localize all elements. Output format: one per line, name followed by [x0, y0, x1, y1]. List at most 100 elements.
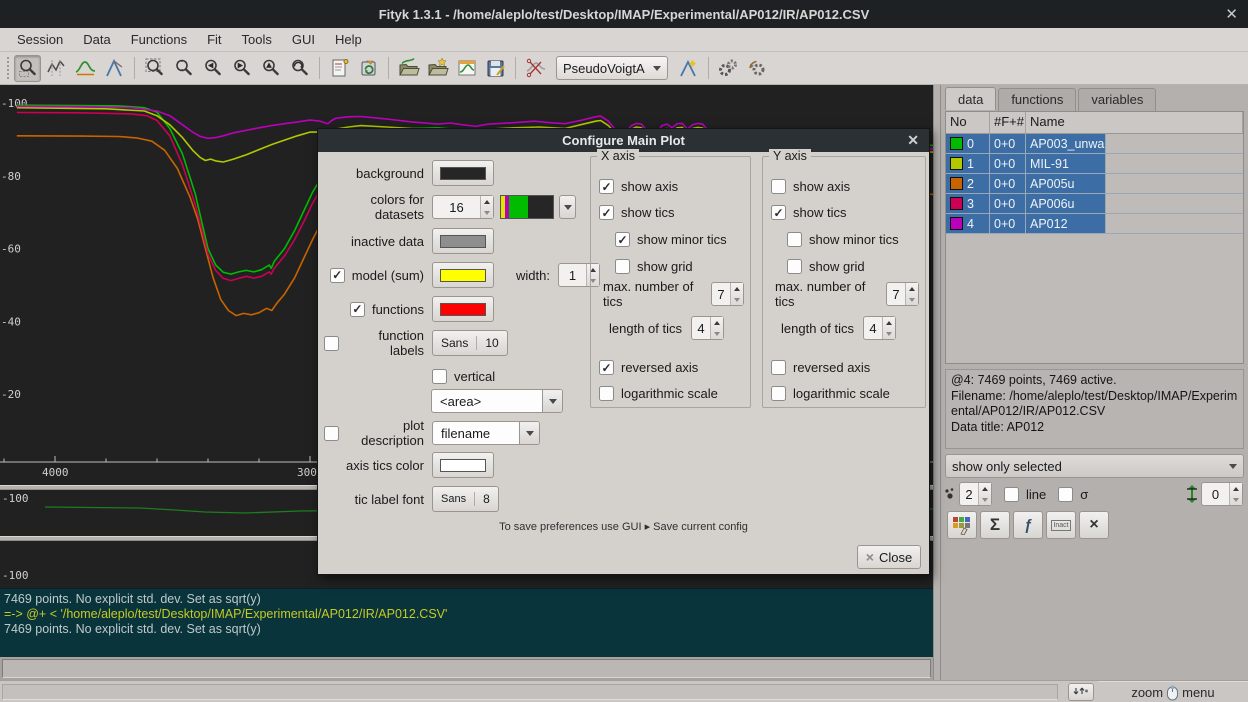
run-fit-button[interactable] [715, 55, 742, 82]
y-axis-tic-length-spinner[interactable]: 4 [863, 316, 896, 340]
dataset-color-swatch[interactable] [950, 217, 963, 230]
y-axis-log-scale-checkbox[interactable] [771, 386, 786, 401]
table-row[interactable]: 4 0+0 AP012 [946, 214, 1243, 234]
column-header-name[interactable]: Name [1026, 112, 1243, 133]
point-size-spinner[interactable]: 2 [959, 482, 992, 506]
vertical-checkbox[interactable] [432, 369, 447, 384]
data-range-mode-button[interactable] [43, 55, 70, 82]
zoom-mode-button[interactable] [14, 55, 41, 82]
tab-functions[interactable]: functions [998, 88, 1076, 111]
spin-up-icon[interactable] [1230, 483, 1242, 494]
dataset-count-spinner[interactable]: 16 [432, 195, 494, 219]
spin-up-icon[interactable] [906, 283, 918, 294]
line-checkbox[interactable] [1004, 487, 1019, 502]
x-axis-tic-length-spinner[interactable]: 4 [691, 316, 724, 340]
table-row[interactable]: 2 0+0 AP005u [946, 174, 1243, 194]
delete-button[interactable]: × [1079, 511, 1109, 539]
tab-data[interactable]: data [945, 87, 996, 110]
zoom-selected-button[interactable] [170, 55, 197, 82]
sum-button[interactable]: Σ [980, 511, 1010, 539]
zoom-left-button[interactable] [199, 55, 226, 82]
model-color-button[interactable] [432, 262, 494, 288]
column-header-functions[interactable]: #F+# [990, 112, 1026, 133]
menu-item-tools[interactable]: Tools [233, 29, 281, 50]
column-header-no[interactable]: No [946, 112, 990, 133]
spin-down-icon[interactable] [731, 294, 743, 305]
sigma-checkbox[interactable] [1058, 487, 1073, 502]
log-script-button[interactable] [326, 55, 353, 82]
table-row[interactable]: 3 0+0 AP006u [946, 194, 1243, 214]
dialog-close-button[interactable]: × Close [857, 545, 921, 569]
x-axis-reversed-checkbox[interactable] [599, 360, 614, 375]
background-color-button[interactable] [432, 160, 494, 186]
activate-peak-mode-button[interactable] [101, 55, 128, 82]
menu-item-gui[interactable]: GUI [283, 29, 324, 50]
inactive-data-button[interactable]: Inact [1046, 511, 1076, 539]
y-axis-show-grid-checkbox[interactable] [787, 259, 802, 274]
label-font-button[interactable]: Sans 10 [432, 330, 508, 356]
zoom-vertical-button[interactable] [257, 55, 284, 82]
dialog-close-icon[interactable]: ✕ [907, 132, 919, 149]
table-row[interactable]: 1 0+0 MIL-91 [946, 154, 1243, 174]
y-axis-reversed-checkbox[interactable] [771, 360, 786, 375]
menu-item-data[interactable]: Data [74, 29, 119, 50]
plot-description-checkbox[interactable] [324, 426, 339, 441]
y-axis-show-axis-checkbox[interactable] [771, 179, 786, 194]
spin-up-icon[interactable] [883, 317, 895, 328]
y-axis-show-tics-checkbox[interactable] [771, 205, 786, 220]
spin-up-icon[interactable] [979, 483, 991, 494]
open-session-button[interactable] [395, 55, 422, 82]
menu-item-session[interactable]: Session [8, 29, 72, 50]
label-text-select[interactable]: <area> [431, 389, 563, 413]
spin-up-icon[interactable] [711, 317, 723, 328]
y-axis-show-minor-tics-checkbox[interactable] [787, 232, 802, 247]
reload-session-button[interactable] [355, 55, 382, 82]
open-data-button[interactable] [424, 55, 451, 82]
tab-variables[interactable]: variables [1078, 88, 1156, 111]
dataset-colors-dropdown-button[interactable] [559, 195, 576, 219]
export-image-button[interactable] [453, 55, 480, 82]
description-select[interactable]: filename [432, 421, 540, 445]
inactive-color-button[interactable] [432, 228, 494, 254]
data-editor-button[interactable] [947, 511, 977, 539]
spin-down-icon[interactable] [1230, 494, 1242, 505]
x-axis-show-minor-tics-checkbox[interactable] [615, 232, 630, 247]
dataset-color-swatch[interactable] [950, 157, 963, 170]
strip-background-button[interactable] [522, 55, 549, 82]
spin-down-icon[interactable] [979, 494, 991, 505]
undo-fit-button[interactable] [744, 55, 771, 82]
menu-item-functions[interactable]: Functions [122, 29, 196, 50]
dataset-color-swatch[interactable] [950, 177, 963, 190]
zoom-right-button[interactable] [228, 55, 255, 82]
functions-checkbox[interactable] [350, 302, 365, 317]
menu-item-fit[interactable]: Fit [198, 29, 230, 50]
add-peak-mode-button[interactable] [72, 55, 99, 82]
tics-color-button[interactable] [432, 452, 494, 478]
function-labels-checkbox[interactable] [324, 336, 339, 351]
tic-font-button[interactable]: Sans 8 [432, 486, 499, 512]
spin-down-icon[interactable] [883, 328, 895, 339]
spin-down-icon[interactable] [711, 328, 723, 339]
window-close-icon[interactable]: ✕ [1225, 5, 1238, 23]
menu-item-help[interactable]: Help [326, 29, 371, 50]
table-row[interactable]: 0 0+0 AP003_unwa... [946, 134, 1243, 154]
dataset-color-swatch[interactable] [950, 137, 963, 150]
peak-type-select[interactable]: PseudoVoigtA [556, 56, 668, 80]
dataset-color-swatch[interactable] [950, 197, 963, 210]
x-axis-log-scale-checkbox[interactable] [599, 386, 614, 401]
zoom-all-button[interactable] [141, 55, 168, 82]
model-checkbox[interactable] [330, 268, 345, 283]
spin-up-icon[interactable] [731, 283, 743, 294]
save-session-button[interactable] [482, 55, 509, 82]
spin-down-icon[interactable] [481, 207, 493, 218]
add-function-button[interactable] [675, 55, 702, 82]
mouse-hints-button[interactable] [1068, 683, 1094, 701]
functions-color-button[interactable] [432, 296, 494, 322]
x-axis-max-tics-spinner[interactable]: 7 [711, 282, 744, 306]
command-input[interactable] [2, 659, 931, 678]
spin-down-icon[interactable] [906, 294, 918, 305]
filter-select[interactable]: show only selected [945, 454, 1244, 478]
x-axis-show-grid-checkbox[interactable] [615, 259, 630, 274]
x-axis-show-axis-checkbox[interactable] [599, 179, 614, 194]
spin-up-icon[interactable] [481, 196, 493, 207]
